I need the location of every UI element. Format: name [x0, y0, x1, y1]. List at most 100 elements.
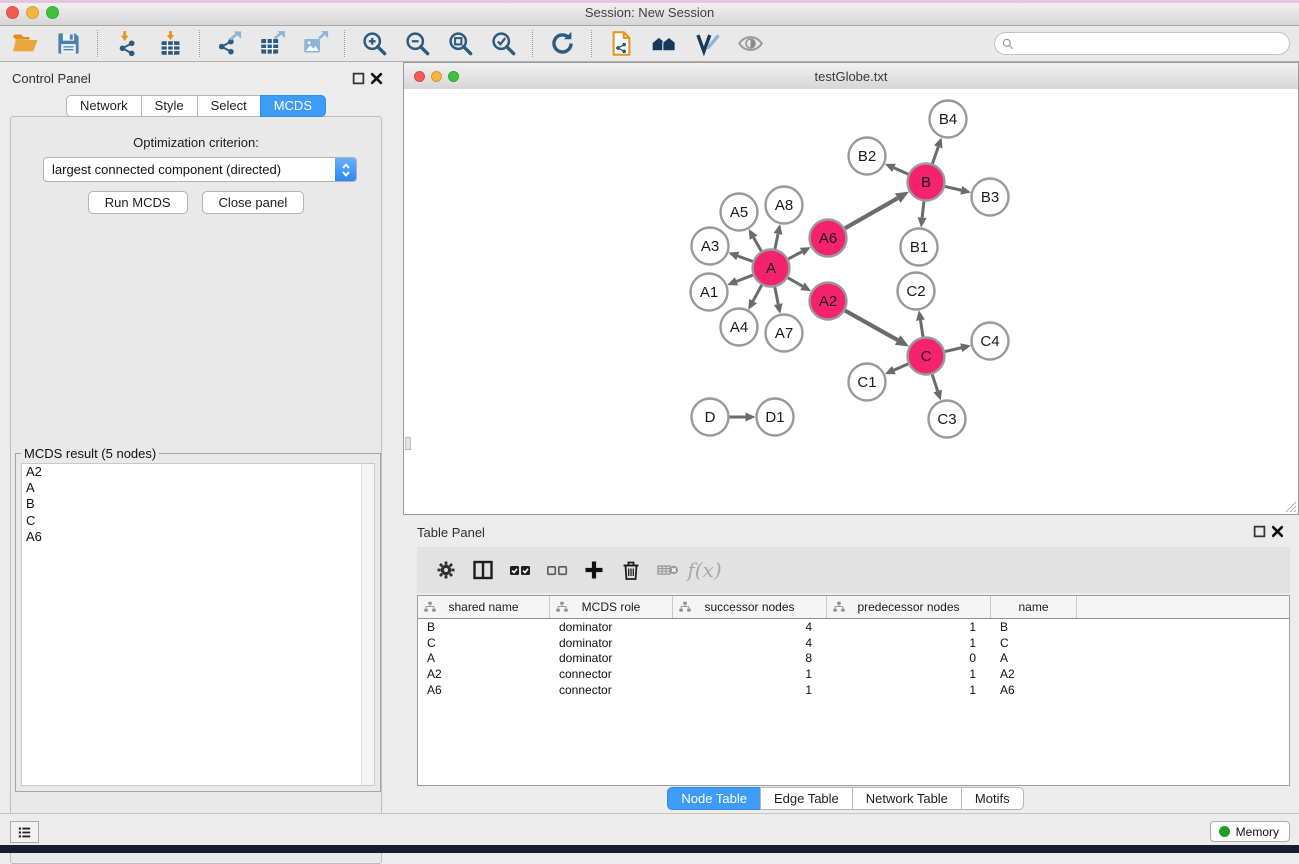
graph-edge-C-C2[interactable] [920, 320, 923, 337]
table-cell-name[interactable]: B [991, 620, 1077, 634]
function-builder-button[interactable]: f(x) [686, 554, 723, 586]
table-cell-shared-name[interactable]: C [418, 636, 550, 650]
graph-node-C[interactable]: C [908, 338, 945, 375]
column-header-predecessor-nodes[interactable]: predecessor nodes [827, 596, 991, 618]
export-image-button[interactable] [294, 28, 337, 60]
table-cell-predecessor-nodes[interactable]: 1 [827, 620, 991, 634]
graph-edge-B-B4[interactable] [932, 147, 938, 164]
save-session-button[interactable] [47, 28, 90, 60]
new-network-file-button[interactable] [600, 28, 643, 60]
export-network-button[interactable] [208, 28, 251, 60]
tab-motifs[interactable]: Motifs [961, 787, 1024, 810]
close-panel-button[interactable]: Close panel [202, 191, 305, 214]
table-cell-shared-name[interactable]: B [418, 620, 550, 634]
graph-node-B3[interactable]: B3 [972, 179, 1009, 216]
table-settings-button[interactable] [427, 554, 464, 586]
import-network-button[interactable] [106, 28, 149, 60]
show-graphics-button[interactable] [729, 28, 772, 60]
select-all-columns-button[interactable] [501, 554, 538, 586]
delete-columns-button[interactable] [612, 554, 649, 586]
refresh-button[interactable] [541, 28, 584, 60]
graph-edge-A6-B[interactable] [845, 198, 898, 228]
column-header-shared-name[interactable]: shared name [418, 596, 550, 618]
table-cell-shared-name[interactable]: A6 [418, 683, 550, 697]
table-cell-mcds-role[interactable]: dominator [550, 651, 673, 665]
graph-edge-A2-C[interactable] [845, 311, 898, 341]
table-row[interactable]: A2connector11A2 [418, 666, 1289, 682]
create-column-button[interactable] [575, 554, 612, 586]
table-cell-predecessor-nodes[interactable]: 1 [827, 683, 991, 697]
table-cell-name[interactable]: A6 [991, 683, 1077, 697]
table-cell-successor-nodes[interactable]: 1 [673, 683, 827, 697]
toggle-column-view-button[interactable] [464, 554, 501, 586]
mcds-list-scrollbar[interactable] [361, 464, 374, 785]
table-cell-shared-name[interactable]: A [418, 651, 550, 665]
tab-edge-table[interactable]: Edge Table [760, 787, 853, 810]
mcds-result-item[interactable]: A6 [22, 529, 374, 545]
table-cell-successor-nodes[interactable]: 8 [673, 651, 827, 665]
manage-networks-button[interactable] [643, 28, 686, 60]
table-cell-successor-nodes[interactable]: 4 [673, 620, 827, 634]
graph-node-B1[interactable]: B1 [901, 229, 938, 266]
zoom-fit-button[interactable] [439, 28, 482, 60]
graph-edge-A-A7[interactable] [775, 287, 778, 304]
close-panel-icon[interactable] [370, 72, 383, 85]
table-row[interactable]: A6connector11A6 [418, 682, 1289, 698]
table-cell-mcds-role[interactable]: connector [550, 683, 673, 697]
graph-node-A8[interactable]: A8 [766, 187, 803, 224]
table-cell-predecessor-nodes[interactable]: 0 [827, 651, 991, 665]
graph-node-C3[interactable]: C3 [929, 401, 966, 438]
graph-node-A5[interactable]: A5 [721, 194, 758, 231]
graph-edge-B-B1[interactable] [922, 201, 924, 217]
mcds-result-item[interactable]: A2 [22, 464, 374, 480]
table-row[interactable]: Cdominator41C [418, 635, 1289, 651]
table-cell-name[interactable]: A2 [991, 667, 1077, 681]
graph-node-A1[interactable]: A1 [691, 274, 728, 311]
unselect-all-columns-button[interactable] [538, 554, 575, 586]
graph-edge-A-A2[interactable] [788, 278, 803, 286]
tab-network-table[interactable]: Network Table [852, 787, 962, 810]
graph-node-D1[interactable]: D1 [757, 399, 794, 436]
graph-edge-A-A3[interactable] [738, 256, 753, 261]
search-input[interactable] [1015, 35, 1289, 53]
canvas-divider-grip[interactable] [405, 437, 411, 450]
optimization-criterion-dropdown[interactable]: largest connected component (directed) [43, 157, 357, 182]
network-canvas[interactable]: B4B2BB3A5A8A6B1A3AA1A2C2A4A7C4CC1DD1C3 [404, 89, 1298, 514]
graph-edge-A-A6[interactable] [788, 252, 802, 259]
graph-edge-A-A8[interactable] [775, 234, 778, 249]
table-cell-shared-name[interactable]: A2 [418, 667, 550, 681]
table-cell-successor-nodes[interactable]: 1 [673, 667, 827, 681]
delete-table-button[interactable] [649, 554, 686, 586]
tab-network[interactable]: Network [66, 95, 142, 117]
graph-node-A6[interactable]: A6 [810, 220, 847, 257]
graph-node-C4[interactable]: C4 [972, 323, 1009, 360]
task-history-button[interactable] [10, 821, 39, 843]
mcds-result-item[interactable]: A [22, 480, 374, 496]
tab-select[interactable]: Select [197, 95, 261, 117]
table-cell-mcds-role[interactable]: dominator [550, 636, 673, 650]
float-panel-icon[interactable] [352, 72, 365, 85]
graph-edge-A-A4[interactable] [753, 285, 762, 301]
graph-node-A2[interactable]: A2 [810, 283, 847, 320]
graph-node-A[interactable]: A [753, 250, 790, 287]
table-cell-successor-nodes[interactable]: 4 [673, 636, 827, 650]
mcds-result-item[interactable]: C [22, 513, 374, 529]
table-row[interactable]: Bdominator41B [418, 619, 1289, 635]
style-button[interactable] [686, 28, 729, 60]
column-header-successor-nodes[interactable]: successor nodes [673, 596, 827, 618]
run-mcds-button[interactable]: Run MCDS [88, 191, 188, 214]
graph-node-C2[interactable]: C2 [898, 273, 935, 310]
table-float-panel-icon[interactable] [1253, 525, 1266, 538]
graph-node-A4[interactable]: A4 [721, 309, 758, 346]
tab-style[interactable]: Style [141, 95, 198, 117]
search-field[interactable] [994, 32, 1290, 55]
tab-mcds[interactable]: MCDS [260, 95, 326, 117]
open-file-button[interactable] [4, 28, 47, 60]
graph-node-C1[interactable]: C1 [849, 364, 886, 401]
zoom-selected-button[interactable] [482, 28, 525, 60]
column-header-mcds-role[interactable]: MCDS role [550, 596, 673, 618]
table-cell-predecessor-nodes[interactable]: 1 [827, 667, 991, 681]
graph-edge-A-A1[interactable] [737, 275, 753, 281]
zoom-out-button[interactable] [396, 28, 439, 60]
window-resize-grip[interactable] [1283, 499, 1297, 513]
